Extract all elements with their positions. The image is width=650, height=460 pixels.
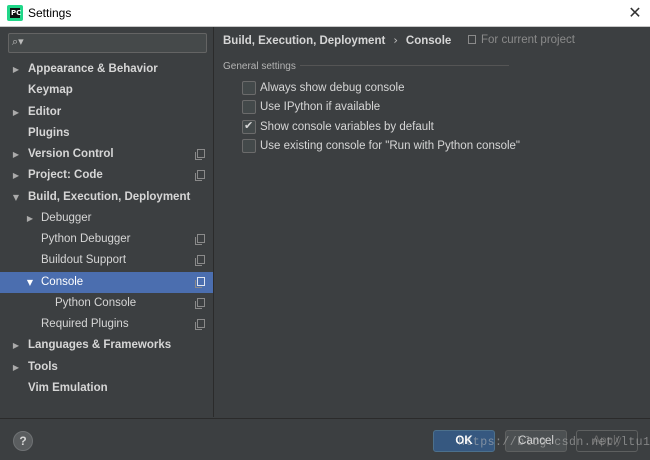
breadcrumb-current: Console bbox=[405, 35, 452, 47]
chevron-right-icon[interactable]: ▶ bbox=[11, 165, 21, 186]
window-title: Settings bbox=[28, 6, 72, 20]
tree-item-label: Buildout Support bbox=[41, 254, 127, 266]
tree-item-tools[interactable]: ▶ Tools bbox=[0, 357, 213, 378]
tree-item-build-execution-deployment[interactable]: ▼ Build, Execution, Deployment bbox=[0, 187, 213, 208]
tree-item-python-console[interactable]: Python Console bbox=[0, 293, 213, 314]
chevron-down-icon[interactable]: ▼ bbox=[25, 272, 35, 293]
tree-item-label: Plugins bbox=[28, 127, 70, 139]
tree-item-label: Languages & Frameworks bbox=[28, 339, 172, 351]
tree-item-debugger[interactable]: ▶ Debugger bbox=[0, 208, 213, 229]
breadcrumb-separator: › bbox=[393, 33, 398, 47]
dialog-footer: ? OK Cancel Apply https://blog.csdn.net/… bbox=[0, 418, 650, 460]
watermark-text: https://blog.csdn.net/ltu15 bbox=[458, 436, 650, 449]
chevron-right-icon[interactable]: ▶ bbox=[11, 102, 21, 123]
tree-item-required-plugins[interactable]: Required Plugins bbox=[0, 314, 213, 335]
option-label: Use existing console for "Run with Pytho… bbox=[260, 140, 521, 152]
chevron-right-icon[interactable]: ▶ bbox=[11, 59, 21, 80]
chevron-right-icon[interactable]: ▶ bbox=[11, 144, 21, 165]
tree-item-vim-emulation[interactable]: Vim Emulation bbox=[0, 378, 213, 399]
tree-item-keymap[interactable]: Keymap bbox=[0, 80, 213, 101]
tree-item-label: Keymap bbox=[28, 84, 73, 96]
tree-item-label: Appearance & Behavior bbox=[28, 63, 158, 75]
tree-item-label: Python Console bbox=[55, 297, 137, 309]
settings-content: Build, Execution, Deployment › Console For… bbox=[214, 27, 650, 417]
tree-item-label: Project: Code bbox=[28, 169, 103, 181]
tree-item-label: Tools bbox=[28, 361, 58, 373]
title-bar: PC Settings ✕ bbox=[0, 0, 650, 27]
project-scope-icon bbox=[195, 298, 205, 309]
section-title: General settings bbox=[223, 61, 300, 72]
breadcrumb-parent: Build, Execution, Deployment bbox=[223, 35, 386, 47]
search-icon: ⌕▾ bbox=[12, 35, 24, 48]
project-scope-icon bbox=[195, 170, 205, 181]
tree-item-label: Python Debugger bbox=[41, 233, 131, 245]
tree-item-editor[interactable]: ▶ Editor bbox=[0, 102, 213, 123]
checkbox[interactable] bbox=[242, 100, 256, 114]
scope-note: For current project bbox=[468, 27, 575, 53]
checkbox[interactable] bbox=[242, 81, 256, 95]
project-scope-icon bbox=[195, 149, 205, 160]
tree-item-python-debugger[interactable]: Python Debugger bbox=[0, 229, 213, 250]
pycharm-logo-icon: PC bbox=[7, 5, 23, 21]
scope-note-text: For current project bbox=[481, 34, 575, 46]
search-input[interactable]: ⌕▾ bbox=[8, 33, 207, 53]
option-label: Use IPython if available bbox=[260, 101, 381, 113]
tree-item-buildout-support[interactable]: Buildout Support bbox=[0, 250, 213, 271]
tree-item-appearance-behavior[interactable]: ▶ Appearance & Behavior bbox=[0, 59, 213, 80]
tree-item-label: Version Control bbox=[28, 148, 114, 160]
project-scope-icon bbox=[195, 255, 205, 266]
project-scope-icon bbox=[468, 35, 476, 44]
tree-item-label: Vim Emulation bbox=[28, 382, 108, 394]
tree-item-label: Console bbox=[41, 276, 84, 288]
checkbox-checked[interactable]: ✔ bbox=[242, 119, 256, 134]
checkbox[interactable] bbox=[242, 139, 256, 153]
tree-item-languages-frameworks[interactable]: ▶ Languages & Frameworks bbox=[0, 335, 213, 356]
tree-item-label: Editor bbox=[28, 106, 62, 118]
chevron-right-icon[interactable]: ▶ bbox=[25, 208, 35, 229]
breadcrumb: Build, Execution, Deployment › Console bbox=[223, 27, 451, 53]
chevron-right-icon[interactable]: ▶ bbox=[11, 335, 21, 356]
help-button[interactable]: ? bbox=[13, 431, 33, 451]
project-scope-icon bbox=[195, 319, 205, 330]
tree-item-label: Debugger bbox=[41, 212, 92, 224]
tree-item-label: Required Plugins bbox=[41, 318, 129, 330]
project-scope-icon bbox=[195, 234, 205, 245]
tree-item-label: Build, Execution, Deployment bbox=[28, 191, 191, 203]
close-icon[interactable]: ✕ bbox=[620, 0, 650, 26]
option-label: Show console variables by default bbox=[260, 121, 434, 133]
settings-sidebar: ⌕▾ ▶ Appearance & Behavior Keymap ▶ Edit… bbox=[0, 27, 214, 417]
tree-item-project-code[interactable]: ▶ Project: Code bbox=[0, 165, 213, 186]
option-label: Always show debug console bbox=[260, 82, 405, 94]
tree-item-version-control[interactable]: ▶ Version Control bbox=[0, 144, 213, 165]
chevron-down-icon[interactable]: ▼ bbox=[11, 187, 21, 208]
checkmark-icon: ✔ bbox=[244, 119, 254, 132]
tree-item-console[interactable]: ▼ Console bbox=[0, 272, 213, 293]
tree-item-plugins[interactable]: Plugins bbox=[0, 123, 213, 144]
project-scope-icon bbox=[195, 277, 205, 288]
chevron-right-icon[interactable]: ▶ bbox=[11, 357, 21, 378]
